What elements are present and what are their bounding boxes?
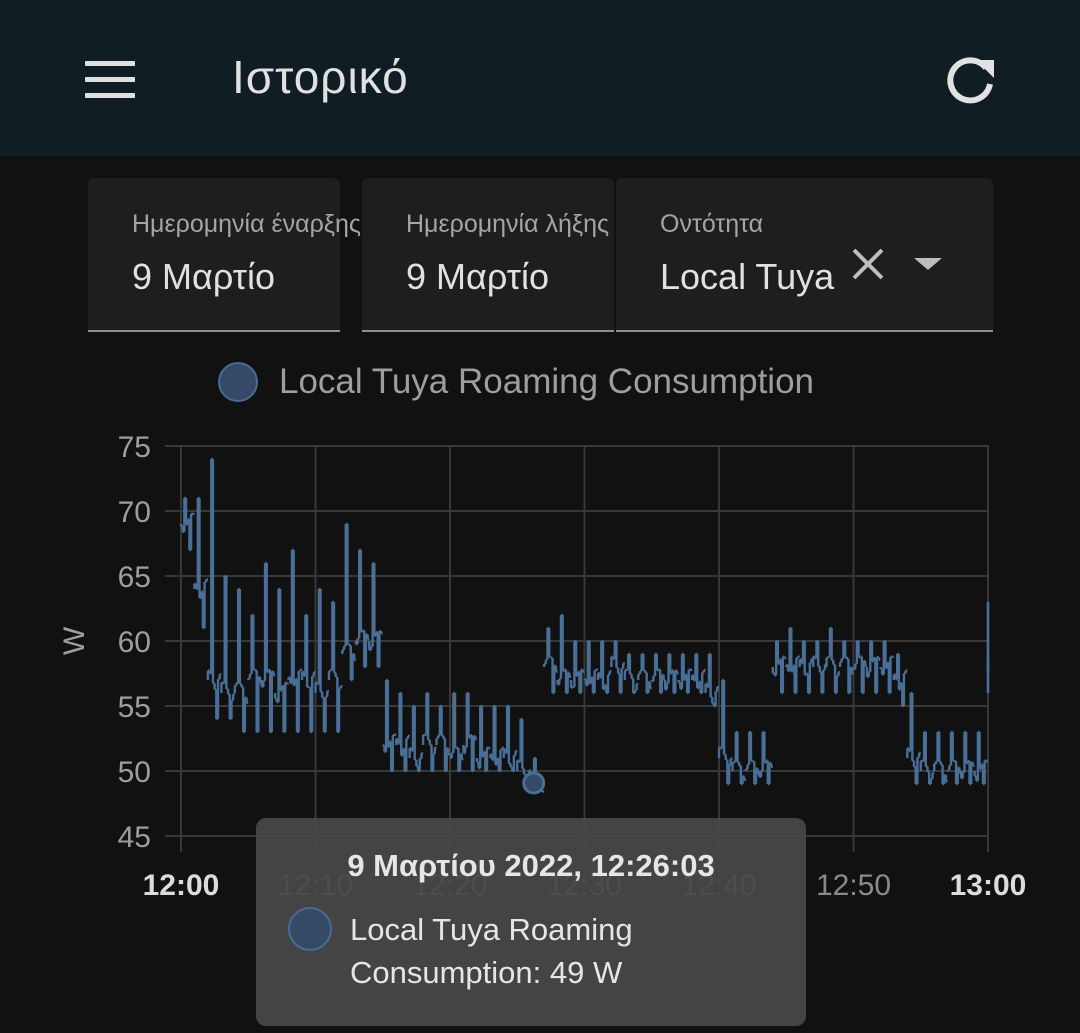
hover-point [522,771,546,795]
entity-field[interactable]: Οντότητα Local Tuya Roaming Consumption [616,178,993,332]
y-tick-label: 70 [118,496,151,529]
y-tick-label: 75 [118,431,151,464]
y-tick-label: 60 [118,626,151,659]
tooltip-title: 9 Μαρτίου 2022, 12:26:03 [347,848,715,883]
app-bar: Ιστορικό [0,0,1080,156]
start-date-label: Ημερομηνία έναρξης [132,210,361,238]
refresh-icon [947,57,994,104]
end-date-label: Ημερομηνία λήξης [406,210,610,238]
end-date-field[interactable]: Ημερομηνία λήξης 9 Μαρτίο [362,178,614,332]
page-title: Ιστορικό [232,51,409,103]
chart-tooltip: 9 Μαρτίου 2022, 12:26:03 Local Tuya Roam… [256,818,806,1026]
menu-button[interactable] [70,50,150,110]
end-date-value: 9 Μαρτίο [406,256,550,297]
tooltip-color-swatch [288,907,332,951]
start-date-value: 9 Μαρτίο [132,256,276,297]
y-tick-label: 55 [118,691,151,724]
y-axis-label: W [58,626,91,655]
x-tick-label: 12:50 [816,869,891,902]
tooltip-text: Local Tuya Roaming Consumption: 49 W [350,912,633,990]
legend-label: Local Tuya Roaming Consumption [279,362,815,401]
refresh-button[interactable] [940,50,1004,110]
entity-value: Local Tuya Roaming Consumption [660,256,838,297]
legend-color-swatch [218,362,258,402]
menu-icon [85,61,135,66]
x-tick-label: 13:00 [950,869,1027,902]
entity-label: Οντότητα [660,210,764,238]
start-date-field[interactable]: Ημερομηνία έναρξης 9 Μαρτίο [88,178,361,332]
chevron-down-icon [914,258,942,270]
x-tick-label: 12:00 [143,869,220,902]
clear-entity-button[interactable] [848,244,888,284]
y-tick-label: 65 [118,561,151,594]
entity-dropdown-button[interactable] [910,250,946,278]
y-tick-label: 45 [118,821,151,854]
y-tick-label: 50 [118,756,151,789]
close-icon [852,248,884,280]
